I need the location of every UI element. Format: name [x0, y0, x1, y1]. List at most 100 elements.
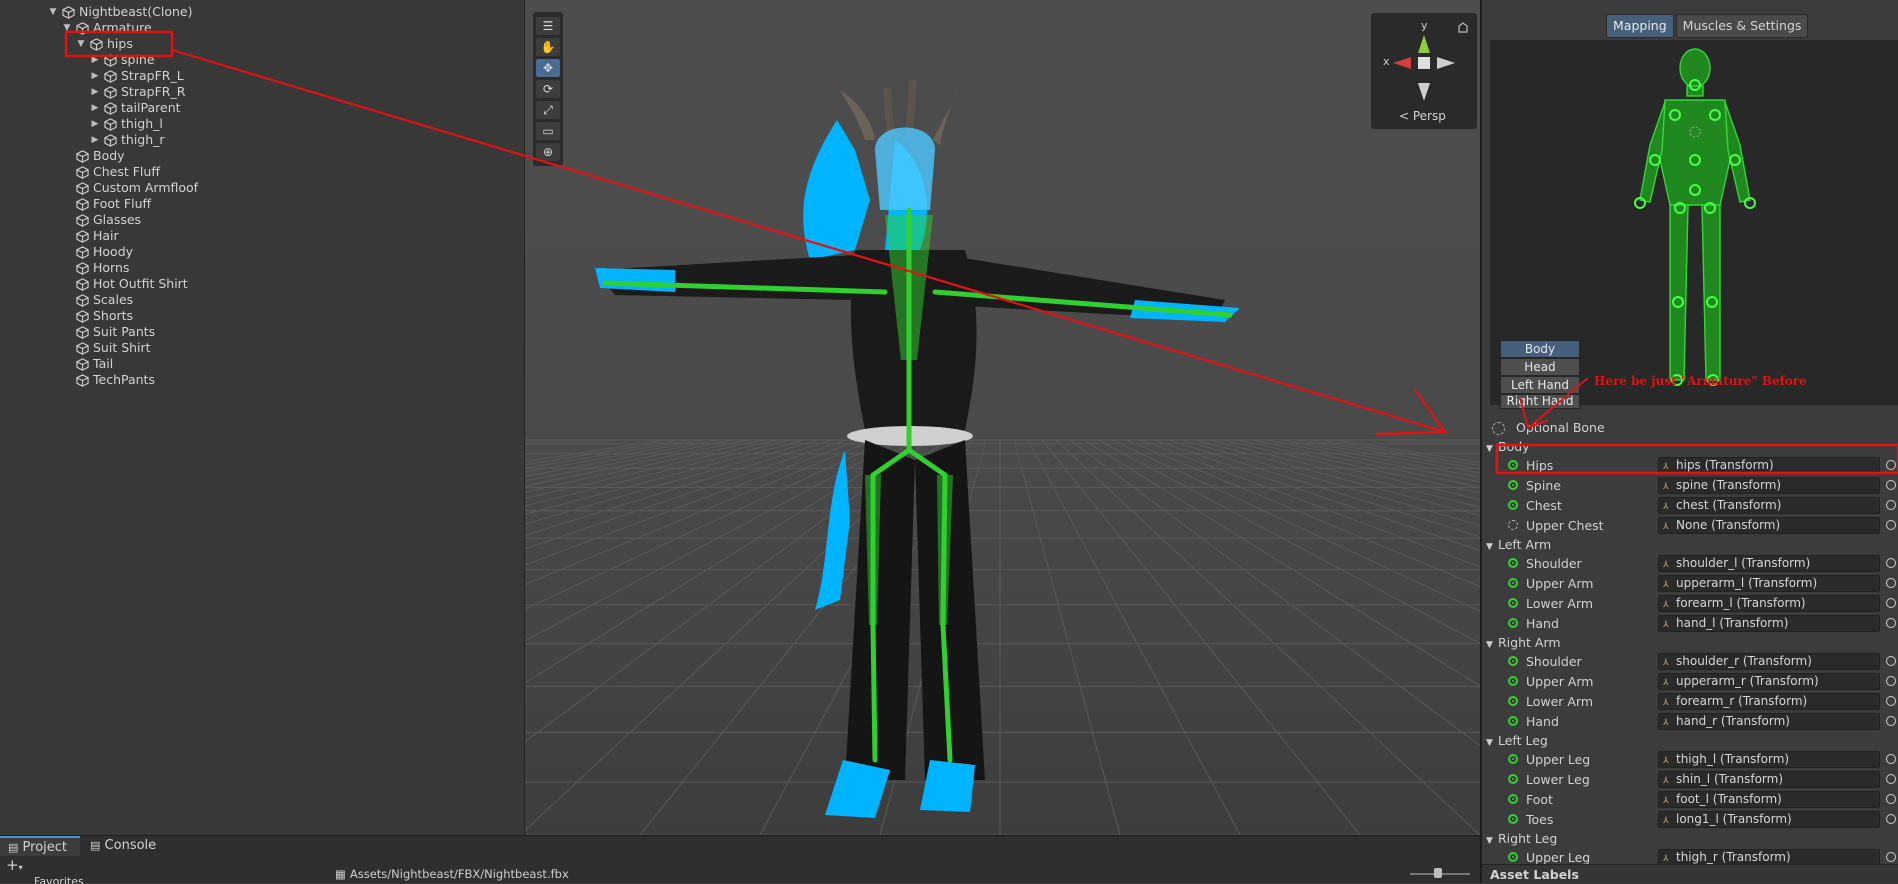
mapping-section-header[interactable]: ▼ Right Arm	[1482, 634, 1561, 652]
tab-mapping[interactable]: Mapping	[1606, 14, 1674, 38]
hierarchy-item[interactable]: Suit Pants	[62, 324, 155, 340]
expand-toggle-icon[interactable]: ▶	[90, 132, 100, 148]
hierarchy-item[interactable]: Custom Armfloof	[62, 180, 198, 196]
object-picker-icon[interactable]	[1886, 794, 1896, 804]
bone-status-icon[interactable]	[1508, 676, 1518, 686]
hierarchy-item[interactable]: Horns	[62, 260, 129, 276]
body-part-body-button[interactable]: Body	[1500, 340, 1580, 358]
bone-status-icon[interactable]	[1508, 500, 1518, 510]
asset-path[interactable]: ▦ Assets/Nightbeast/FBX/Nightbeast.fbx	[335, 867, 569, 881]
hierarchy-item[interactable]: ▶ StrapFR_L	[90, 68, 184, 84]
object-picker-icon[interactable]	[1886, 500, 1896, 510]
move-tool-icon[interactable]: ✥	[536, 59, 560, 77]
bone-transform-field[interactable]: ⅄ upperarm_r (Transform)	[1658, 673, 1880, 690]
asset-labels-header[interactable]: Asset Labels	[1482, 864, 1898, 883]
persp-label[interactable]: < Persp	[1399, 109, 1446, 123]
body-part-right-hand-button[interactable]: Right Hand	[1500, 394, 1580, 409]
bone-status-icon[interactable]	[1508, 460, 1518, 470]
add-menu-button[interactable]: +▾	[6, 856, 23, 874]
bone-status-icon[interactable]	[1508, 774, 1518, 784]
object-picker-icon[interactable]	[1886, 558, 1896, 568]
hierarchy-item[interactable]: ▼ Nightbeast(Clone)	[48, 4, 193, 20]
scale-tool-icon[interactable]: ⤢	[536, 101, 560, 119]
rotate-tool-icon[interactable]: ⟳	[536, 80, 560, 98]
bone-status-icon[interactable]	[1508, 480, 1518, 490]
expand-toggle-icon[interactable]: ▼	[76, 36, 86, 52]
mapping-section-header[interactable]: ▼ Right Leg	[1482, 830, 1557, 848]
bone-status-icon[interactable]	[1508, 558, 1518, 568]
expand-toggle-icon[interactable]: ▶	[90, 116, 100, 132]
hierarchy-item[interactable]: Suit Shirt	[62, 340, 151, 356]
hierarchy-item[interactable]: ▶ StrapFR_R	[90, 84, 186, 100]
expand-toggle-icon[interactable]: ▶	[90, 52, 100, 68]
orientation-gizmo[interactable]: y x < Persp	[1371, 13, 1477, 129]
hierarchy-item[interactable]: Hoody	[62, 244, 133, 260]
bone-status-icon[interactable]	[1508, 716, 1518, 726]
bone-transform-field[interactable]: ⅄ forearm_r (Transform)	[1658, 693, 1880, 710]
expand-toggle-icon[interactable]: ▶	[90, 100, 100, 116]
hierarchy-item[interactable]: TechPants	[62, 372, 155, 388]
object-picker-icon[interactable]	[1886, 852, 1896, 862]
hierarchy-item[interactable]: Scales	[62, 292, 133, 308]
transform-tool-icon[interactable]: ⊕	[536, 143, 560, 161]
object-picker-icon[interactable]	[1886, 754, 1896, 764]
object-picker-icon[interactable]	[1886, 696, 1896, 706]
bone-status-icon[interactable]	[1508, 618, 1518, 628]
bone-status-icon[interactable]	[1508, 794, 1518, 804]
zoom-slider-thumb[interactable]	[1434, 868, 1442, 878]
bone-transform-field[interactable]: ⅄ spine (Transform)	[1658, 477, 1880, 494]
bone-status-icon[interactable]	[1508, 852, 1518, 862]
bone-transform-field[interactable]: ⅄ chest (Transform)	[1658, 497, 1880, 514]
object-picker-icon[interactable]	[1886, 676, 1896, 686]
hierarchy-item[interactable]: Shorts	[62, 308, 133, 324]
bone-transform-field[interactable]: ⅄ shin_l (Transform)	[1658, 771, 1880, 788]
bone-status-icon[interactable]	[1508, 696, 1518, 706]
object-picker-icon[interactable]	[1886, 598, 1896, 608]
hierarchy-item[interactable]: Glasses	[62, 212, 141, 228]
tab-muscles-settings[interactable]: Muscles & Settings	[1675, 14, 1809, 38]
object-picker-icon[interactable]	[1886, 578, 1896, 588]
bone-transform-field[interactable]: ⅄ forearm_l (Transform)	[1658, 595, 1880, 612]
mapping-section-header[interactable]: ▼ Left Leg	[1482, 732, 1548, 750]
object-picker-icon[interactable]	[1886, 460, 1896, 470]
expand-toggle-icon[interactable]: ▼	[62, 20, 72, 36]
object-picker-icon[interactable]	[1886, 618, 1896, 628]
expand-toggle-icon[interactable]: ▼	[48, 4, 58, 20]
bone-transform-field[interactable]: ⅄ long1_l (Transform)	[1658, 811, 1880, 828]
bone-status-icon[interactable]	[1508, 520, 1518, 530]
avatar-body-diagram[interactable]: Body Head Left Hand Right Hand Here be j…	[1490, 40, 1898, 409]
hierarchy-item[interactable]: Tail	[62, 356, 113, 372]
bone-status-icon[interactable]	[1508, 754, 1518, 764]
bone-status-icon[interactable]	[1508, 598, 1518, 608]
expand-toggle-icon[interactable]: ▶	[90, 84, 100, 100]
object-picker-icon[interactable]	[1886, 480, 1896, 490]
hierarchy-item[interactable]: Foot Fluff	[62, 196, 151, 212]
toolbar-menu-icon[interactable]: ☰	[536, 17, 560, 35]
object-picker-icon[interactable]	[1886, 656, 1896, 666]
object-picker-icon[interactable]	[1886, 520, 1896, 530]
mapping-section-header[interactable]: ▼ Left Arm	[1482, 536, 1551, 554]
bone-transform-field[interactable]: ⅄ foot_l (Transform)	[1658, 791, 1880, 808]
hierarchy-item[interactable]: ▶ spine	[90, 52, 155, 68]
hierarchy-item[interactable]: Chest Fluff	[62, 164, 160, 180]
bone-transform-field[interactable]: ⅄ shoulder_r (Transform)	[1658, 653, 1880, 670]
hierarchy-item[interactable]: ▶ tailParent	[90, 100, 181, 116]
object-picker-icon[interactable]	[1886, 774, 1896, 784]
hierarchy-item[interactable]: ▶ thigh_r	[90, 132, 165, 148]
object-picker-icon[interactable]	[1886, 716, 1896, 726]
avatar-model[interactable]	[525, 0, 1480, 835]
bone-transform-field[interactable]: ⅄ hand_r (Transform)	[1658, 713, 1880, 730]
hierarchy-item[interactable]: ▼ hips	[76, 36, 133, 52]
bone-transform-field[interactable]: ⅄ shoulder_l (Transform)	[1658, 555, 1880, 572]
body-part-head-button[interactable]: Head	[1500, 358, 1580, 376]
bone-transform-field[interactable]: ⅄ hips (Transform)	[1658, 457, 1880, 474]
bone-status-icon[interactable]	[1508, 578, 1518, 588]
scene-view[interactable]: ☰ ✋ ✥ ⟳ ⤢ ▭ ⊕ y x < Persp	[525, 0, 1480, 835]
hierarchy-item[interactable]: ▼ Armature	[62, 20, 152, 36]
hand-tool-icon[interactable]: ✋	[536, 38, 560, 56]
hierarchy-item[interactable]: ▶ thigh_l	[90, 116, 163, 132]
hierarchy-item[interactable]: Body	[62, 148, 125, 164]
bone-transform-field[interactable]: ⅄ thigh_l (Transform)	[1658, 751, 1880, 768]
hierarchy-item[interactable]: Hair	[62, 228, 119, 244]
bone-transform-field[interactable]: ⅄ hand_l (Transform)	[1658, 615, 1880, 632]
